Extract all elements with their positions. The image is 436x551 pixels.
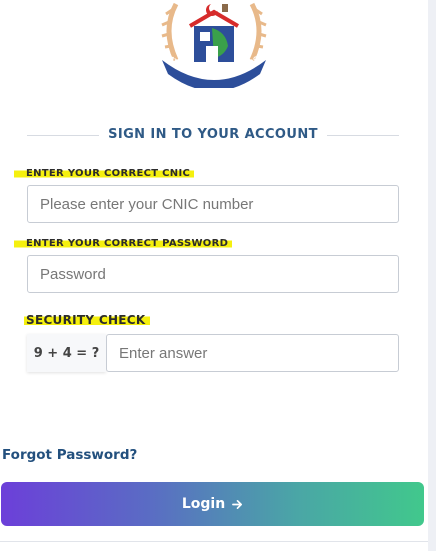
divider-right <box>327 135 399 136</box>
captcha-answer-input[interactable] <box>106 334 399 372</box>
login-button-label: Login <box>181 496 226 512</box>
cnic-input[interactable] <box>27 185 399 223</box>
national-police-foundation-logo: NATIONAL POLICE FOUNDATION <box>154 0 267 88</box>
arrow-right-icon <box>232 499 243 509</box>
login-button[interactable]: Login <box>1 482 424 526</box>
forgot-password-link[interactable]: Forgot Password? <box>2 447 137 463</box>
footer-divider <box>0 541 428 542</box>
cnic-label: ENTER YOUR CORRECT CNIC <box>14 167 195 180</box>
login-card: NATIONAL POLICE FOUNDATION SIGN IN TO YO… <box>0 0 428 551</box>
password-input[interactable] <box>27 255 399 293</box>
security-check-label: SECURITY CHECK <box>24 312 150 328</box>
section-header: SIGN IN TO YOUR ACCOUNT <box>27 124 399 146</box>
scrollbar-track[interactable] <box>428 0 436 551</box>
captcha-question: 9 + 4 = ? <box>27 334 106 372</box>
password-label: ENTER YOUR CORRECT PASSWORD <box>14 237 233 250</box>
